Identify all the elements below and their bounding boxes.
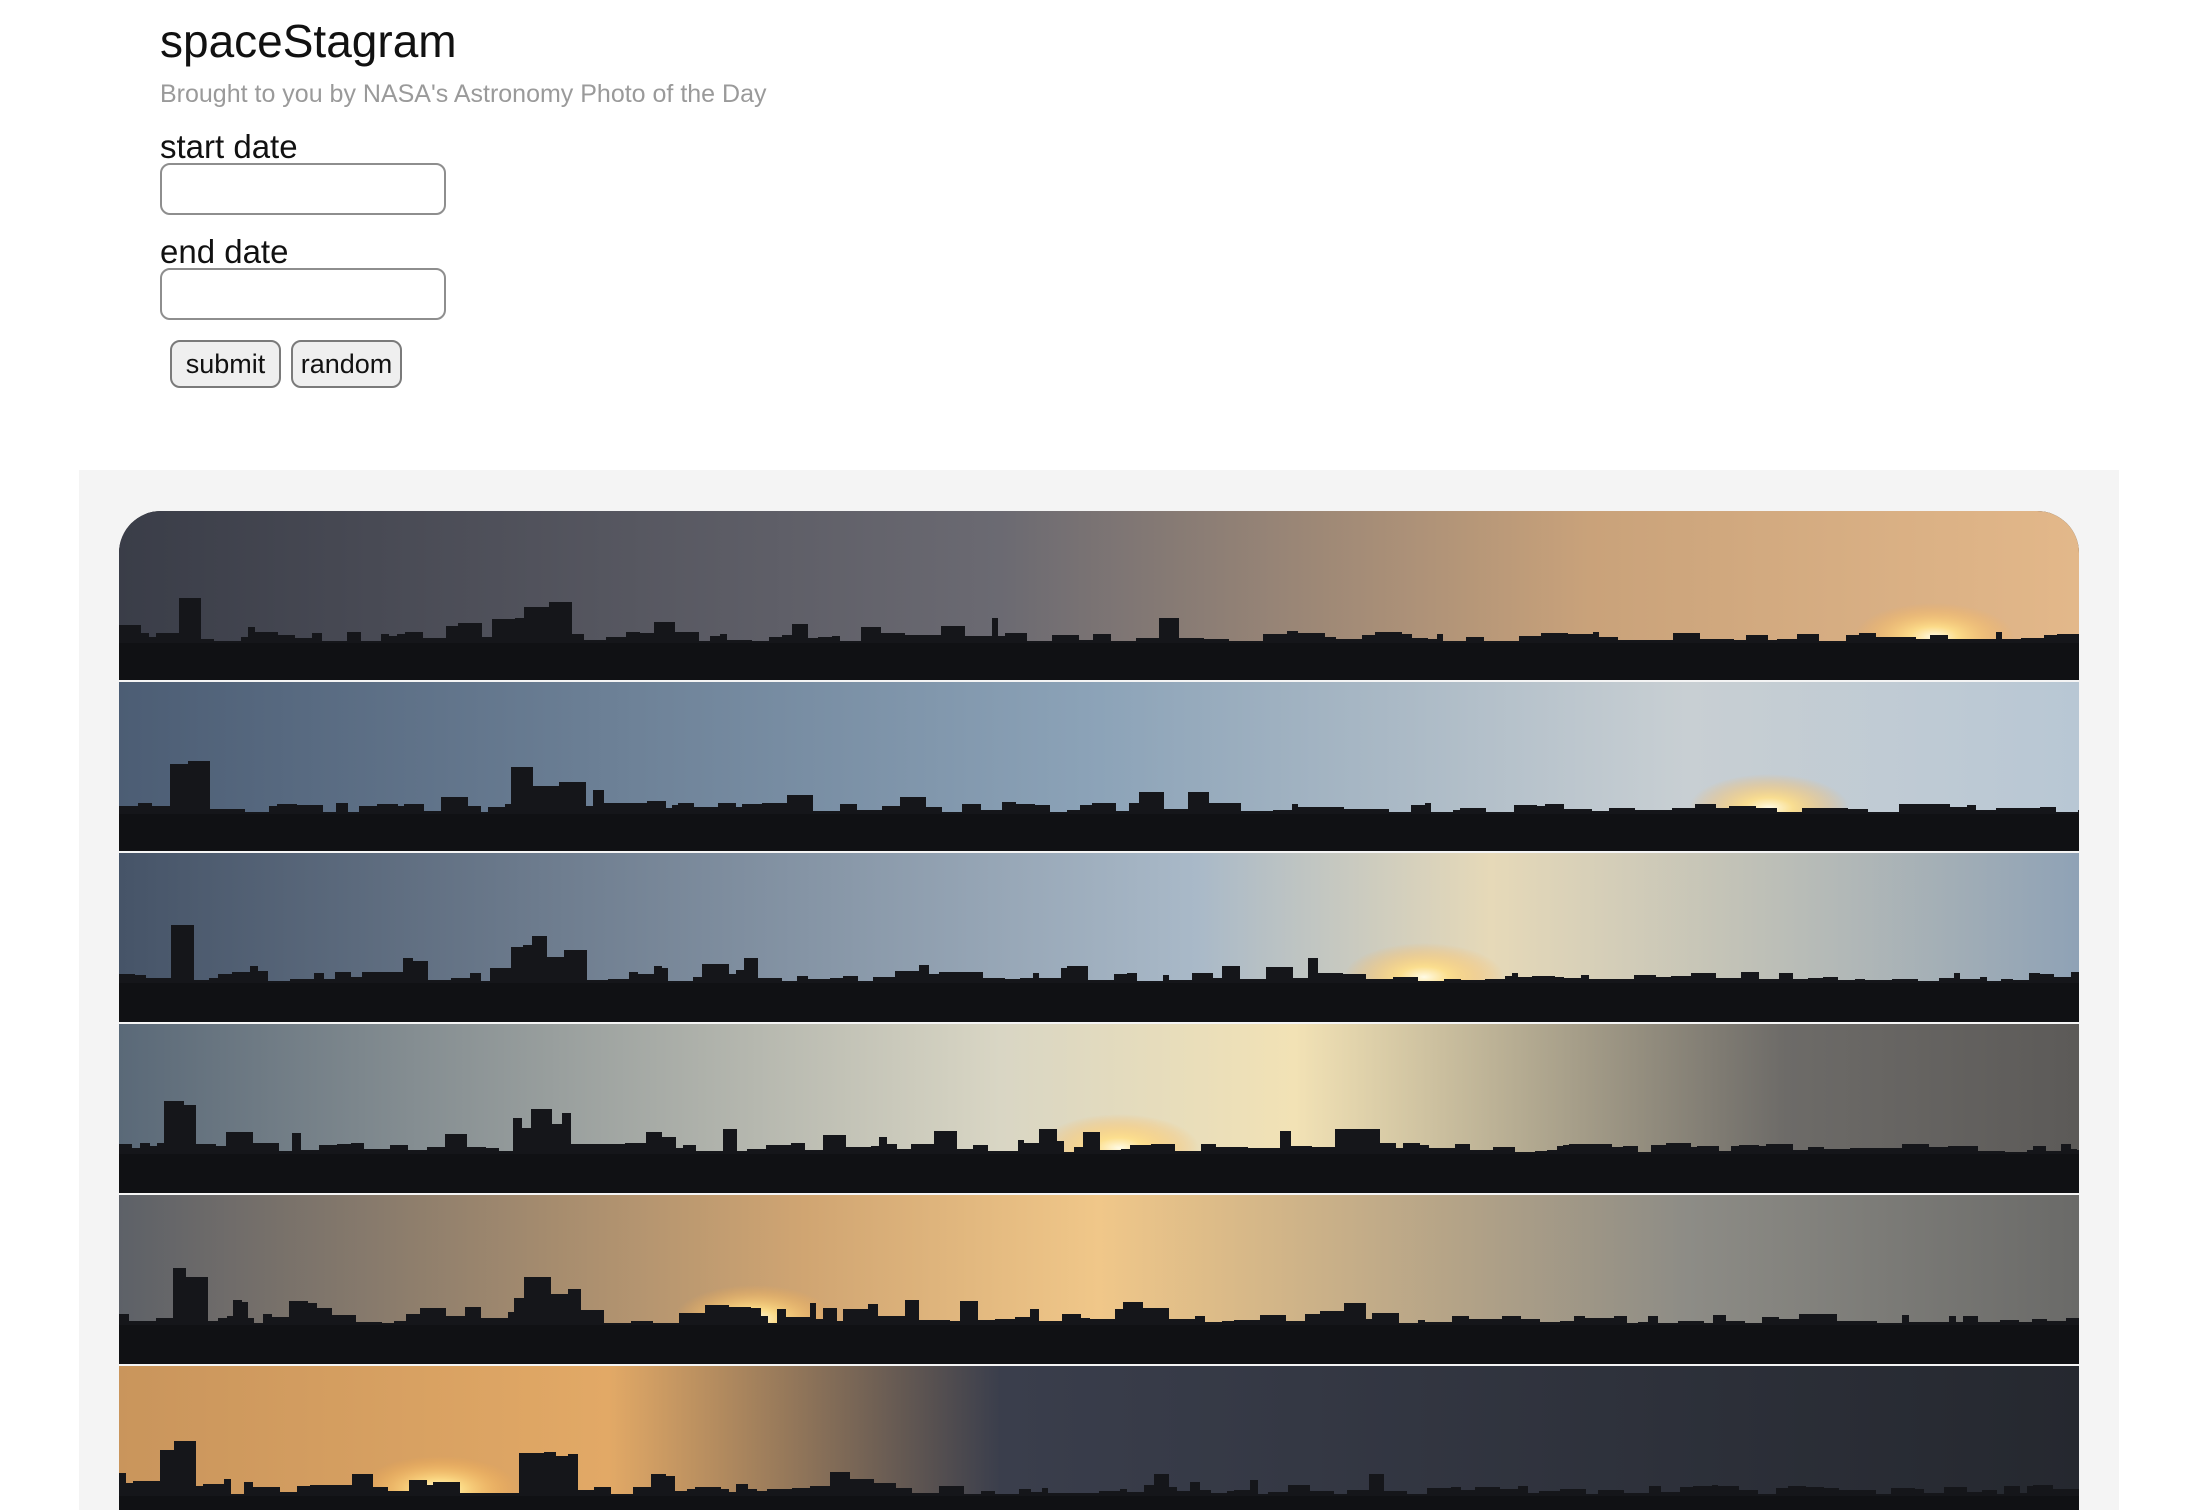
start-date-label: start date	[160, 128, 298, 165]
gallery-container	[79, 470, 2119, 1510]
page: spaceStagram Brought to you by NASA's As…	[0, 0, 2200, 1510]
start-date-input[interactable]	[160, 163, 446, 215]
end-date-input[interactable]	[160, 268, 446, 320]
apod-photo[interactable]	[119, 511, 2079, 1510]
random-button[interactable]: random	[291, 340, 402, 388]
submit-button[interactable]: submit	[170, 340, 281, 388]
skyline-panorama-image	[119, 511, 2079, 1510]
end-date-label: end date	[160, 233, 289, 270]
app-subtitle: Brought to you by NASA's Astronomy Photo…	[160, 80, 767, 108]
app-title: spaceStagram	[160, 15, 457, 67]
